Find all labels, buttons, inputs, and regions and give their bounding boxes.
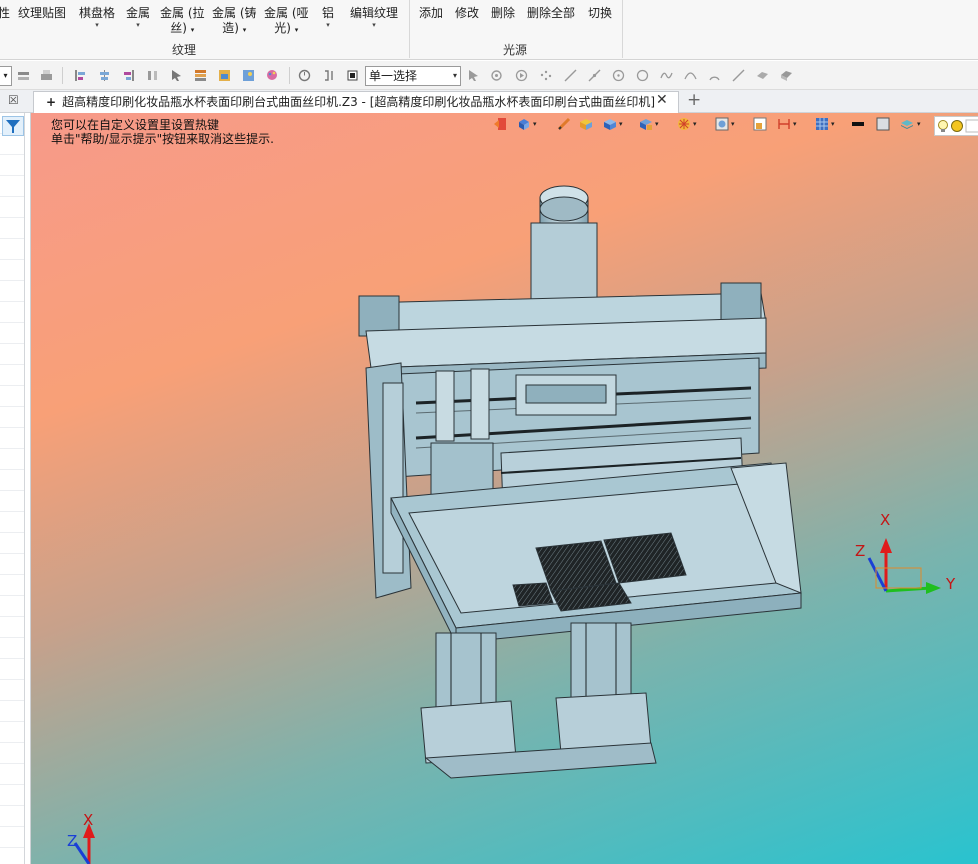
ribbon-item-checkerboard[interactable]: 棋盘格 ▾	[79, 6, 115, 30]
ribbon-item-modify-light[interactable]: 修改	[455, 6, 479, 21]
ribbon-item-toggle-light[interactable]: 切换	[588, 6, 612, 21]
document-tabbar: ☒ + 超高精度印刷化妆品瓶水杯表面印刷台式曲面丝印机.Z3 - [超高精度印刷化…	[0, 90, 978, 113]
solid-icon[interactable]	[780, 69, 793, 82]
ribbon-item-metal-brushed[interactable]: 金属 (拉 丝) ▾	[160, 6, 205, 38]
ribbon-separator	[622, 0, 623, 58]
tab-document-title: 超高精度印刷化妆品瓶水杯表面印刷台式曲面丝印机.Z3 - [超高精度印刷化妆品瓶…	[62, 95, 656, 109]
print-icon[interactable]	[40, 69, 53, 82]
list-icon[interactable]	[194, 69, 207, 82]
play-icon[interactable]	[515, 69, 528, 82]
ribbon-item-add-light[interactable]: 添加	[419, 6, 443, 21]
surface-icon[interactable]	[756, 69, 769, 82]
ribbon-group-light: 光源	[503, 43, 528, 57]
tab-document[interactable]: + 超高精度印刷化妆品瓶水杯表面印刷台式曲面丝印机.Z3 - [超高精度印刷化妆品…	[33, 91, 679, 113]
bracket-icon[interactable]	[322, 69, 335, 82]
3d-viewport[interactable]: 您可以在自定义设置里设置热键 单击"帮助/显示提示"按钮来取消这些提示. ▾ ▾…	[31, 113, 978, 864]
ribbon-item-delete-light[interactable]: 删除	[491, 6, 515, 21]
align-left-icon[interactable]	[74, 69, 87, 82]
spline-icon[interactable]	[684, 69, 697, 82]
image-icon[interactable]	[218, 69, 231, 82]
new-tab-icon[interactable]: +	[687, 90, 701, 110]
ribbon-item-metal-matte[interactable]: 金属 (哑 光) ▾	[264, 6, 309, 38]
ribbon-item-delete-all-lights[interactable]: 删除全部	[527, 6, 575, 21]
ribbon-item-aluminum[interactable]: 铝 ▾	[322, 6, 334, 30]
ribbon-item-metal-cast[interactable]: 金属 (铸 造) ▾	[212, 6, 257, 38]
world-axis-triad	[73, 823, 95, 864]
line-icon[interactable]	[564, 69, 577, 82]
ribbon-item-texture-map[interactable]: 纹理贴图	[18, 6, 66, 21]
palette-icon[interactable]	[266, 69, 279, 82]
circle-icon[interactable]	[636, 69, 649, 82]
picture-icon[interactable]	[242, 69, 255, 82]
align-center-icon[interactable]	[98, 69, 111, 82]
cursor-icon[interactable]	[467, 69, 480, 82]
layer-icon[interactable]	[17, 69, 30, 82]
axis-x-label: X	[880, 511, 891, 529]
ribbon-item-edit-texture[interactable]: 编辑纹理 ▾	[350, 6, 398, 30]
axis-z-label: Z	[855, 542, 866, 560]
axis-y-label: Y	[946, 575, 956, 593]
circle-center-icon[interactable]	[612, 69, 625, 82]
tab-modified-icon: +	[46, 95, 57, 109]
left-panel	[0, 113, 31, 864]
curve-icon[interactable]	[660, 69, 673, 82]
tab-close-icon[interactable]: ✕	[656, 92, 668, 108]
app-window: 性 纹理贴图 棋盘格 ▾ 金属 ▾ 金属 (拉 丝) ▾ 金属 (铸 造) ▾ 金属 (…	[0, 0, 978, 864]
world-axis-z-label: Z	[67, 832, 78, 850]
snap-icon[interactable]	[490, 69, 503, 82]
distribute-icon[interactable]	[146, 69, 159, 82]
ribbon-separator	[409, 0, 410, 58]
stop-icon[interactable]	[346, 69, 359, 82]
panel-list[interactable]	[0, 113, 25, 864]
clock-icon[interactable]	[298, 69, 311, 82]
line-points-icon[interactable]	[588, 69, 601, 82]
pointer-icon[interactable]	[170, 69, 183, 82]
ribbon-item-property[interactable]: 性	[0, 6, 10, 21]
panel-close-icon[interactable]: ☒	[8, 93, 19, 107]
points-icon[interactable]	[540, 69, 553, 82]
ribbon-item-metal[interactable]: 金属 ▾	[126, 6, 150, 30]
arc-icon[interactable]	[708, 69, 721, 82]
diagonal-line-icon[interactable]	[732, 69, 745, 82]
quick-toolbar: ▾ 单一选择 ▾	[0, 61, 978, 90]
select-mode-dropdown[interactable]: 单一选择 ▾	[365, 66, 461, 86]
ribbon: 性 纹理贴图 棋盘格 ▾ 金属 ▾ 金属 (拉 丝) ▾ 金属 (铸 造) ▾ 金属 (…	[0, 0, 978, 60]
ribbon-group-texture: 纹理	[172, 43, 197, 57]
align-right-icon[interactable]	[122, 69, 135, 82]
filter-icon[interactable]	[2, 116, 24, 136]
cad-model[interactable]	[31, 113, 978, 864]
filter-dropdown[interactable]: ▾	[0, 66, 12, 86]
axis-triad	[867, 538, 941, 594]
world-axis-x-label: X	[83, 811, 94, 829]
